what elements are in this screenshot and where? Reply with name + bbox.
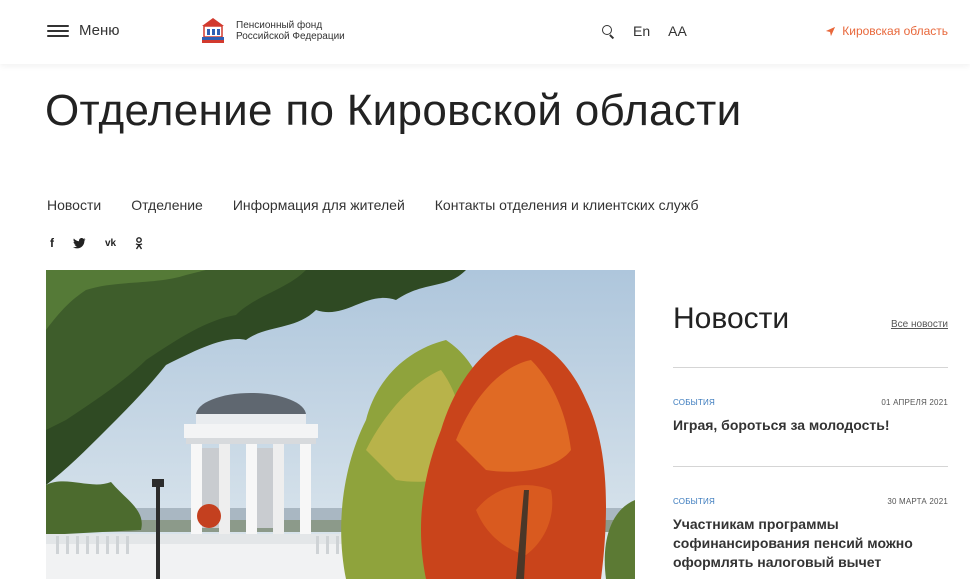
news-headline[interactable]: Участникам программы софинансирования пе… — [673, 515, 948, 572]
logo-line-2: Российской Федерации — [236, 31, 345, 42]
pfr-logo-icon — [202, 18, 224, 43]
nav-item-news[interactable]: Новости — [47, 197, 101, 213]
header-tools: En AA — [601, 23, 687, 39]
section-nav: Новости Отделение Информация для жителей… — [47, 197, 699, 213]
menu-button[interactable]: Меню — [47, 22, 120, 39]
site-header: Меню Пенсионный фонд Российской Федераци… — [0, 0, 970, 64]
location-arrow-icon — [826, 26, 836, 36]
odnoklassniki-icon[interactable] — [135, 236, 143, 250]
social-links: f vk — [50, 236, 143, 250]
nav-item-contacts[interactable]: Контакты отделения и клиентских служб — [435, 197, 699, 213]
facebook-icon[interactable]: f — [50, 236, 54, 250]
news-meta: события 30 марта 2021 — [673, 497, 948, 506]
twitter-icon[interactable] — [73, 237, 86, 249]
hero-image[interactable] — [46, 270, 635, 579]
news-category[interactable]: события — [673, 497, 715, 506]
region-label: Кировская область — [842, 24, 948, 38]
news-item[interactable]: события 30 марта 2021 Участникам програм… — [673, 497, 948, 572]
news-item[interactable]: события 01 апреля 2021 Играя, бороться з… — [673, 398, 948, 435]
all-news-link[interactable]: Все новости — [891, 319, 948, 330]
language-switch[interactable]: En — [633, 23, 650, 39]
vk-icon[interactable]: vk — [105, 238, 116, 249]
news-divider — [673, 466, 948, 467]
news-headline[interactable]: Играя, бороться за молодость! — [673, 416, 948, 435]
news-divider — [673, 367, 948, 368]
logo-line-1: Пенсионный фонд — [236, 20, 323, 31]
nav-item-branch[interactable]: Отделение — [131, 197, 203, 213]
hamburger-icon — [47, 24, 69, 38]
news-date: 01 апреля 2021 — [881, 398, 948, 407]
news-header: Новости Все новости — [673, 302, 948, 336]
logo-text: Пенсионный фонд Российской Федерации — [236, 20, 345, 42]
menu-label: Меню — [79, 22, 120, 39]
pfr-logo[interactable]: Пенсионный фонд Российской Федерации — [200, 17, 345, 45]
news-date: 30 марта 2021 — [887, 497, 948, 506]
rotunda-autumn-photo — [46, 270, 635, 579]
nav-item-residents-info[interactable]: Информация для жителей — [233, 197, 405, 213]
news-title: Новости — [673, 302, 790, 335]
news-category[interactable]: события — [673, 398, 715, 407]
region-selector[interactable]: Кировская область — [825, 24, 948, 38]
page-title: Отделение по Кировской области — [45, 86, 742, 135]
news-meta: события 01 апреля 2021 — [673, 398, 948, 407]
search-icon[interactable] — [601, 24, 615, 38]
font-size-toggle[interactable]: AA — [668, 23, 687, 39]
